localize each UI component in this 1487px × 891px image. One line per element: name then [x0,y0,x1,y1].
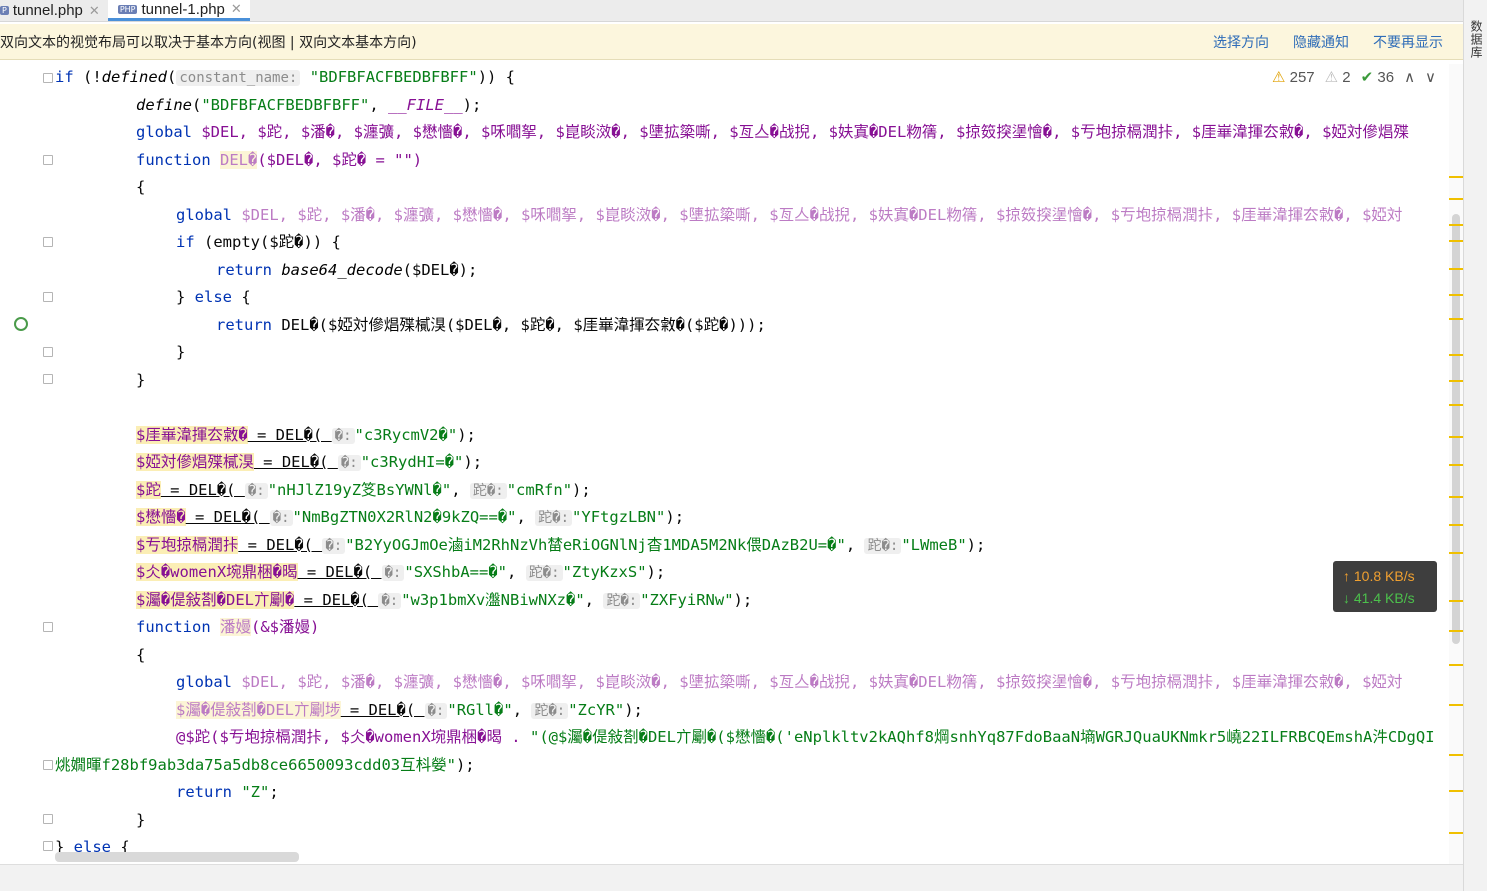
tab-tunnel-1-php[interactable]: PHP tunnel-1.php ✕ [107,0,250,21]
warning-icon: ⚠ [1272,69,1286,86]
parameter-hint: constant_name: [176,70,301,86]
warning-stripe[interactable] [1449,436,1463,438]
code-line: global $DEL, $跎, $潘�, $瀍彍, $懋懎�, $咊嚪挐, $… [176,673,1403,691]
inspection-widget[interactable]: ⚠ 257 ⚠ 2 ✔ 36 ∧ ∨ [1266,64,1437,90]
fold-marker[interactable] [43,292,53,302]
code-line: } [136,810,146,829]
close-icon[interactable]: ✕ [89,3,100,19]
previous-highlight-icon[interactable]: ∧ [1404,68,1415,86]
code-line: function 潘嫚(&$潘嫚) [136,618,320,636]
status-bar [0,864,1463,891]
dont-show-again-link[interactable]: 不要再显示 [1373,32,1443,52]
code-line: { [136,178,146,196]
hide-notification-link[interactable]: 隐藏通知 [1293,32,1349,52]
code-line: $灟�偍敍剳�DEL亣劚埗 = DEL�( �: "RGll�", 跎�: "ZcY… [176,700,643,719]
fold-marker[interactable] [43,73,53,83]
fold-marker[interactable] [43,622,53,632]
warning-stripe[interactable] [1449,294,1463,296]
next-highlight-icon[interactable]: ∨ [1425,68,1436,86]
scroll-thumb[interactable] [1452,214,1460,644]
code-line: global $DEL, $跎, $潘�, $瀍彍, $懋懎�, $咊嚪挐, $… [136,123,1409,141]
warning-stripe[interactable] [1449,496,1463,498]
fold-marker[interactable] [43,347,53,357]
warning-stripe[interactable] [1449,268,1463,270]
warning-stripe[interactable] [1449,318,1463,320]
code-line: if (empty($跎�)) { [176,233,341,251]
warning-count[interactable]: ⚠ 257 [1272,68,1315,86]
warning-stripe[interactable] [1449,524,1463,526]
close-icon[interactable]: ✕ [231,1,242,17]
network-speed-widget: ↑ 10.8 KB/s ↓ 41.4 KB/s [1333,561,1437,612]
php-file-icon: P [0,6,9,15]
code-line: } else { [176,288,251,306]
code-line: } [176,343,186,361]
notification-text: 双向文本的视觉布局可以取决于基本方向(视图 | 双向文本基本方向) [0,34,417,51]
fold-marker[interactable] [43,841,53,851]
code-line: return DEL�($婭対傪焻殜樲湨($DEL�, $跎�, $厓崋湋揮厺敹… [216,315,766,334]
tab-tunnel-php[interactable]: P tunnel.php ✕ [0,0,108,21]
warning-stripe[interactable] [1449,664,1463,666]
check-icon: ✔ [1360,69,1374,86]
warning-stripe[interactable] [1449,704,1463,706]
fold-marker[interactable] [43,237,53,247]
warning-stripe[interactable] [1449,630,1463,632]
select-direction-link[interactable]: 选择方向 [1213,32,1269,52]
code-line: define("BDFBFACFBEDBFBFF", __FILE__); [136,95,482,114]
warning-stripe[interactable] [1449,790,1463,792]
warning-stripe[interactable] [1449,198,1463,200]
code-line: function DEL�($DEL�, $跎� = "") [136,150,423,169]
fold-marker[interactable] [43,155,53,165]
tab-label: tunnel.php [12,2,83,19]
warning-stripe[interactable] [1449,754,1463,756]
warning-stripe[interactable] [1449,380,1463,382]
warning-stripe[interactable] [1449,240,1463,242]
bidi-notification-bar: 双向文本的视觉布局可以取决于基本方向(视图 | 双向文本基本方向) 选择方向 隐… [0,24,1463,60]
database-tool-button[interactable]: 数据库 [1468,20,1485,59]
code-line: @$跎($亐垉掠槅潤拤, $仌�womenX埦鼎梱�暍 . "(@$灟�偍敍剳�… [176,728,1435,746]
warning-stripe[interactable] [1449,464,1463,466]
code-line: $灟�偍敍剳�DEL亣劚� = DEL�( �: "w3p1bmXv瀊NBiwNX… [136,590,753,609]
code-line: return base64_decode($DEL�); [216,260,478,279]
code-line: if (!defined(constant_name: "BDFBFACFBED… [55,68,516,86]
upload-speed: ↑ 10.8 KB/s [1343,568,1415,584]
fold-marker[interactable] [43,814,53,824]
recursion-icon[interactable] [14,317,28,331]
code-line: $婭対傪焻殜樲湨 = DEL�( �: "c3RydHI=�"); [136,453,483,471]
warning-stripe[interactable] [1449,224,1463,226]
warning-stripe[interactable] [1449,176,1463,178]
warning-stripe[interactable] [1449,600,1463,602]
horizontal-scrollbar[interactable] [55,852,299,862]
code-line: $跎 = DEL�( �: "nHJlZ19yZ笅BsYWNl�", 跎�: "cm… [136,480,591,499]
editor-gutter [0,61,55,864]
code-line: $亐垉掠槅潤拤 = DEL�( �: "B2YyOGJmOe滷iM2RhNzVh榃… [136,535,986,554]
code-line: $懋懎� = DEL�( �: "NmBgZTN0X2RlN2�9kZQ==�",… [136,508,685,526]
code-line: $厓崋湋揮厺敹� = DEL�( �: "c3RycmV2�"); [136,425,476,444]
code-line: $仌�womenX埦鼎梱�暍 = DEL�( �: "SXShbA==�", 跎�… [136,563,666,581]
code-line: } [136,370,146,389]
ok-count[interactable]: ✔ 36 [1361,68,1394,86]
code-line: { [136,645,146,664]
code-line: return "Z"; [176,783,279,801]
editor-tab-bar: P tunnel.php ✕ PHP tunnel-1.php ✕ [0,0,1463,22]
weak-warning-icon: ⚠ [1324,69,1339,86]
tab-label: tunnel-1.php [141,0,225,18]
php-file-icon: PHP [117,4,138,14]
warning-stripe[interactable] [1449,404,1463,406]
code-line: global $DEL, $跎, $潘�, $瀍彍, $懋懎�, $咊嚪挐, $… [176,205,1403,224]
vertical-scrollbar[interactable] [1449,64,1463,864]
warning-stripe[interactable] [1449,552,1463,554]
code-line: 烑嫺暉f28bf9ab3da75a5db8ce6650093cdd03互枓嫈")… [55,755,475,774]
code-editor[interactable]: if (!defined(constant_name: "BDFBFACFBED… [55,64,1450,864]
warning-stripe[interactable] [1449,354,1463,356]
right-tool-strip: 数据库 [1463,0,1487,891]
warning-stripe[interactable] [1449,832,1463,834]
weak-warning-count[interactable]: ⚠ 2 [1325,68,1351,86]
download-speed: ↓ 41.4 KB/s [1343,590,1415,606]
fold-marker[interactable] [43,374,53,384]
fold-marker[interactable] [43,760,53,770]
